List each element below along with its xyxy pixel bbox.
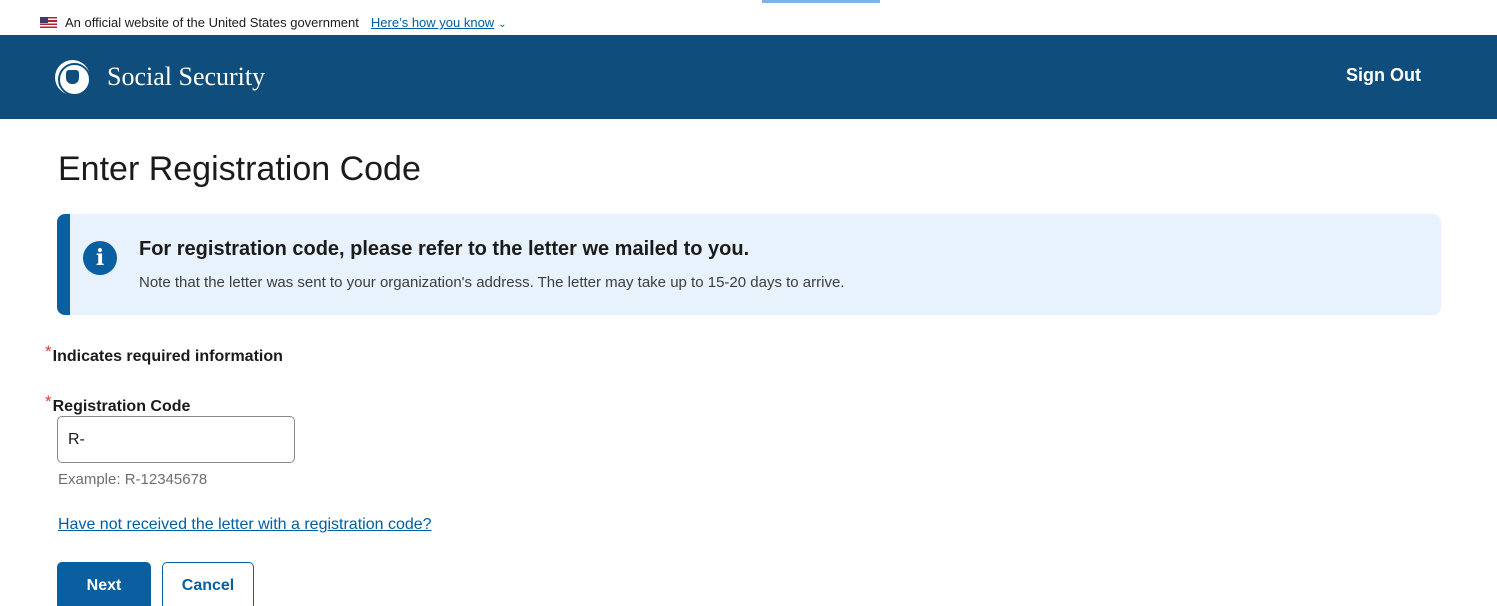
gov-banner-text: An official website of the United States… — [65, 15, 359, 30]
required-asterisk: * — [45, 392, 52, 411]
registration-code-label: *Registration Code — [45, 392, 190, 416]
site-brand[interactable]: Social Security — [107, 62, 265, 92]
required-note-text: Indicates required information — [52, 348, 283, 365]
us-flag-icon — [40, 17, 57, 28]
info-alert: i For registration code, please refer to… — [57, 214, 1441, 315]
heres-how-you-know-link[interactable]: Here’s how you know ⌄ — [371, 15, 507, 30]
registration-code-label-text: Registration Code — [52, 398, 191, 415]
registration-code-hint: Example: R-12345678 — [58, 471, 208, 488]
registration-code-input[interactable] — [57, 416, 295, 463]
required-asterisk: * — [45, 342, 52, 361]
site-header: Social Security Sign Out — [0, 35, 1497, 119]
alert-title: For registration code, please refer to t… — [139, 238, 750, 260]
required-info-note: *Indicates required information — [45, 342, 283, 366]
chevron-down-icon: ⌄ — [498, 19, 507, 30]
gov-banner: An official website of the United States… — [0, 10, 1497, 35]
next-button[interactable]: Next — [57, 562, 151, 606]
letter-not-received-link[interactable]: Have not received the letter with a regi… — [58, 516, 432, 534]
ssa-seal-icon[interactable] — [55, 59, 91, 96]
heres-how-you-know-label: Here’s how you know — [370, 15, 495, 30]
info-icon: i — [83, 241, 117, 275]
alert-text: Note that the letter was sent to your or… — [139, 274, 845, 291]
page-title: Enter Registration Code — [58, 150, 421, 188]
cancel-button[interactable]: Cancel — [162, 562, 254, 606]
page-loading-indicator — [762, 0, 880, 3]
sign-out-button[interactable]: Sign Out — [1346, 65, 1421, 86]
